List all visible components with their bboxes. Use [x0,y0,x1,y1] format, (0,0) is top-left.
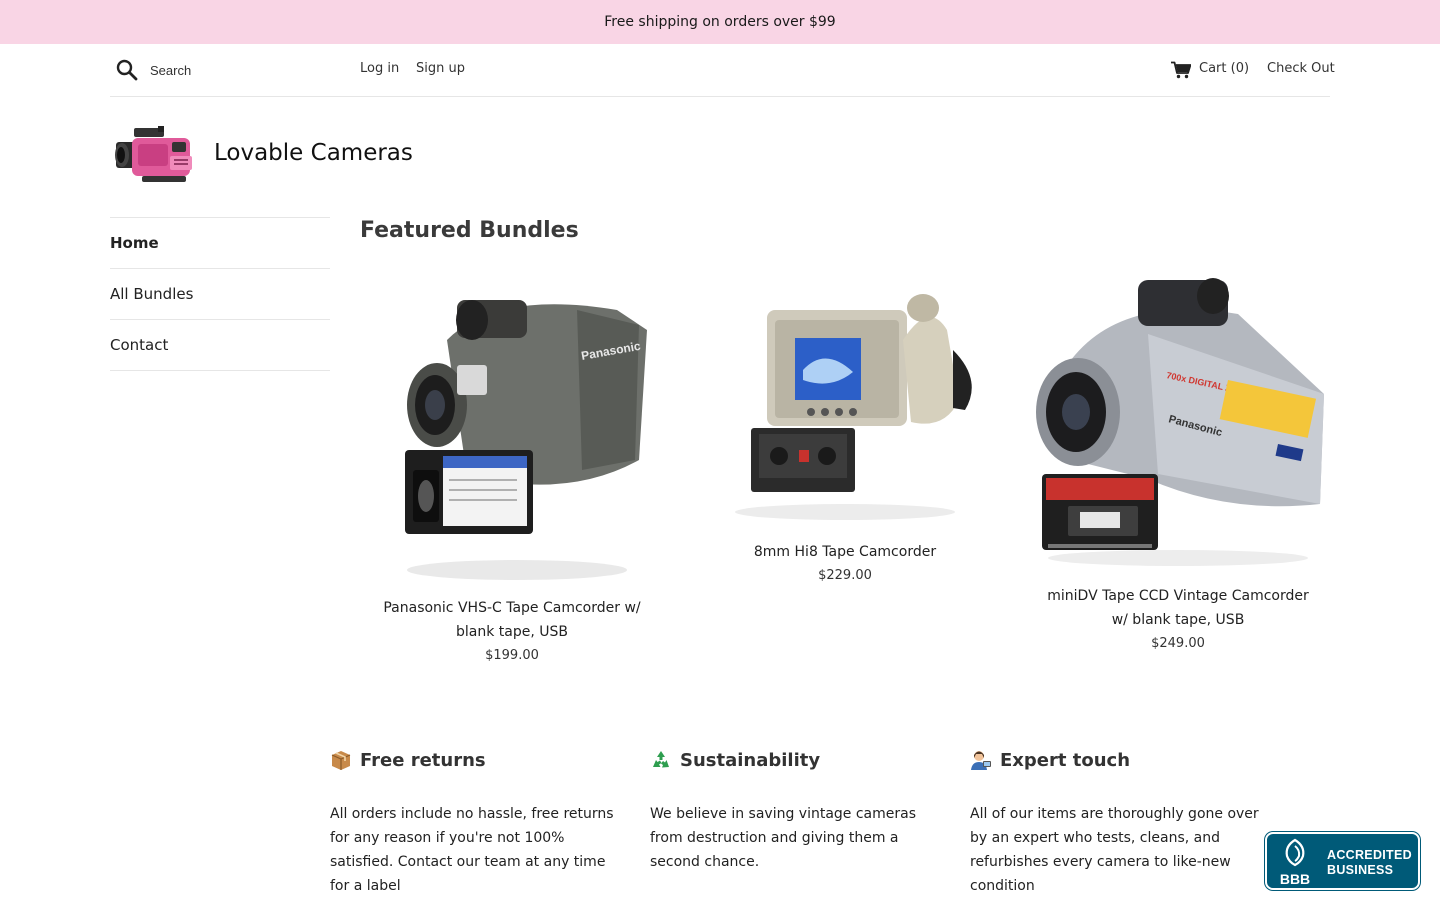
feature-title: Sustainability [680,749,821,771]
product-price: $229.00 [818,568,872,583]
bbb-logo-text: BBB [1280,871,1310,887]
announcement-text: Free shipping on orders over $99 [604,14,836,30]
feature-expert-touch: Expert touch All of our items are thorou… [970,744,1260,898]
feature-text: We believe in saving vintage cameras fro… [650,806,917,870]
top-bar: Log in Sign up Cart (0) Check Out [110,44,1335,97]
product-image[interactable] [715,280,975,530]
product-card[interactable]: Panasonic 700x DIGITAL ZOOM miniDV Tape … [1028,274,1328,656]
search-icon[interactable] [116,59,138,81]
cart-link[interactable]: Cart (0) [1199,61,1249,76]
product-image[interactable]: Panasonic 700x DIGITAL ZOOM [1028,274,1328,574]
product-price: $249.00 [1151,636,1205,651]
feature-free-returns: Free returns All orders include no hassl… [330,744,620,898]
product-name[interactable]: Panasonic VHS-C Tape Camcorder w/ blank … [362,596,662,644]
product-name[interactable]: miniDV Tape CCD Vintage Camcorder w/ bla… [1028,584,1328,632]
feature-title: Expert touch [1000,749,1131,771]
announcement-bar: Free shipping on orders over $99 [0,0,1440,44]
bbb-logo-icon: BBB [1280,838,1310,887]
product-card[interactable]: 8mm Hi8 Tape Camcorder $229.00 [695,280,995,588]
signup-link[interactable]: Sign up [416,61,465,76]
sidebar-item-all-bundles[interactable]: All Bundles [110,269,330,320]
package-icon [331,751,351,770]
technician-icon [971,751,991,770]
cart-icon[interactable] [1171,61,1191,79]
bbb-accredited-badge[interactable]: BBB ACCREDITED BUSINESS [1265,832,1420,890]
sidebar-item-contact[interactable]: Contact [110,320,330,371]
login-link[interactable]: Log in [360,61,399,76]
product-price: $199.00 [485,648,539,663]
sidebar-item-home[interactable]: Home [110,218,330,269]
product-image[interactable]: Panasonic [377,270,647,586]
feature-text: All of our items are thoroughly gone ove… [970,806,1259,894]
section-title: Featured Bundles [360,218,579,243]
feature-title: Free returns [360,749,486,771]
checkout-link[interactable]: Check Out [1267,61,1335,76]
feature-sustainability: Sustainability We believe in saving vint… [650,744,940,874]
product-card[interactable]: Panasonic Panasonic VHS-C Tape Camcorder… [362,270,662,668]
feature-text: All orders include no hassle, free retur… [330,806,614,894]
recycle-icon [653,751,669,768]
badge-line-1: ACCREDITED [1327,848,1412,862]
site-title[interactable]: Lovable Cameras [214,140,413,166]
camcorder-logo[interactable] [112,126,202,184]
sidebar-nav: Home All Bundles Contact [110,217,330,371]
search-input[interactable] [150,58,340,82]
badge-line-2: BUSINESS [1327,863,1394,877]
product-name[interactable]: 8mm Hi8 Tape Camcorder [695,540,995,564]
